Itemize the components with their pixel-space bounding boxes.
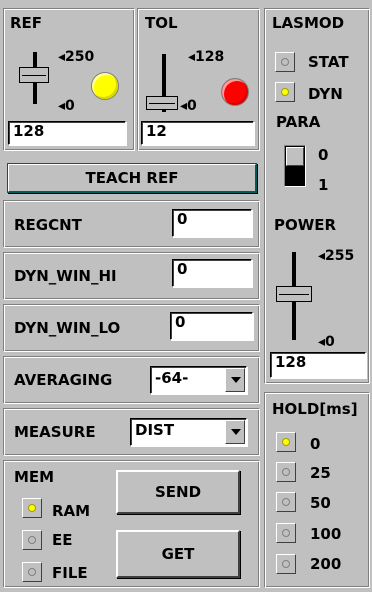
measure-select[interactable]: DIST bbox=[130, 418, 247, 446]
tol-slider-thumb[interactable] bbox=[146, 96, 178, 110]
power-max-label: ◂255 bbox=[318, 248, 355, 264]
chevron-down-icon[interactable] bbox=[225, 368, 245, 392]
power-slider-thumb[interactable] bbox=[276, 286, 312, 302]
mem-ee-label: EE bbox=[52, 531, 73, 549]
regcnt-label: REGCNT bbox=[14, 216, 82, 234]
para-title: PARA bbox=[276, 113, 321, 131]
mem-title: MEM bbox=[14, 468, 55, 486]
hold-25-label: 25 bbox=[310, 464, 331, 482]
mem-ram-label: RAM bbox=[52, 502, 91, 520]
para-label-0: 0 bbox=[318, 146, 329, 164]
ref-slider-thumb[interactable] bbox=[19, 67, 49, 83]
radio-dot-icon bbox=[281, 58, 289, 66]
power-min-label: ◂0 bbox=[318, 334, 335, 350]
hold-50-label: 50 bbox=[310, 494, 331, 512]
hold-100-radio[interactable] bbox=[276, 523, 296, 543]
tol-indicator-led bbox=[221, 78, 249, 106]
mem-file-radio[interactable] bbox=[22, 562, 42, 582]
hold-0-radio[interactable] bbox=[276, 432, 296, 452]
dyn-win-lo-field[interactable]: 0 bbox=[170, 312, 253, 340]
radio-dot-icon bbox=[281, 88, 289, 96]
tol-title: TOL bbox=[145, 14, 178, 32]
regcnt-field[interactable]: 0 bbox=[172, 209, 252, 237]
hold-title: HOLD[ms] bbox=[272, 400, 358, 418]
dyn-win-hi-label: DYN_WIN_HI bbox=[14, 267, 117, 285]
lasmod-dyn-label: DYN bbox=[308, 85, 343, 103]
ref-indicator-led bbox=[91, 72, 119, 100]
measure-selected-value: DIST bbox=[135, 421, 175, 439]
send-button[interactable]: SEND bbox=[116, 470, 240, 514]
radio-dot-icon bbox=[28, 504, 36, 512]
averaging-selected-value: -64- bbox=[155, 369, 189, 387]
measure-label: MEASURE bbox=[14, 423, 96, 441]
averaging-select[interactable]: -64- bbox=[150, 366, 247, 394]
radio-dot-icon bbox=[282, 498, 290, 506]
tol-value-field[interactable]: 12 bbox=[141, 121, 254, 145]
radio-dot-icon bbox=[282, 529, 290, 537]
mem-ram-radio[interactable] bbox=[22, 498, 42, 518]
hold-0-label: 0 bbox=[310, 435, 321, 453]
tol-min-label: ◂0 bbox=[180, 98, 197, 114]
para-label-1: 1 bbox=[318, 176, 329, 194]
dyn-win-lo-label: DYN_WIN_LO bbox=[14, 319, 121, 337]
power-title: POWER bbox=[274, 216, 337, 234]
ref-min-label: ◂0 bbox=[58, 98, 75, 114]
ref-max-label: ◂250 bbox=[58, 49, 95, 65]
hold-25-radio[interactable] bbox=[276, 462, 296, 482]
mem-file-label: FILE bbox=[52, 564, 88, 582]
teach-ref-button[interactable]: TEACH REF bbox=[7, 163, 257, 193]
para-toggle-switch[interactable] bbox=[284, 145, 306, 187]
power-value-field[interactable]: 128 bbox=[270, 352, 366, 378]
lasmod-dyn-radio[interactable] bbox=[275, 82, 295, 102]
hold-200-radio[interactable] bbox=[276, 554, 296, 574]
hold-50-radio[interactable] bbox=[276, 492, 296, 512]
radio-dot-icon bbox=[28, 536, 36, 544]
hold-200-label: 200 bbox=[310, 555, 342, 573]
para-toggle-knob[interactable] bbox=[286, 147, 304, 166]
ref-title: REF bbox=[10, 14, 43, 32]
radio-dot-icon bbox=[282, 560, 290, 568]
hold-100-label: 100 bbox=[310, 525, 342, 543]
lasmod-stat-label: STAT bbox=[308, 53, 349, 71]
averaging-label: AVERAGING bbox=[14, 371, 113, 389]
tol-max-label: ◂128 bbox=[188, 49, 225, 65]
lasmod-title: LASMOD bbox=[272, 14, 345, 32]
get-button[interactable]: GET bbox=[116, 530, 240, 578]
lasmod-stat-radio[interactable] bbox=[275, 52, 295, 72]
ref-value-field[interactable]: 128 bbox=[8, 121, 126, 145]
radio-dot-icon bbox=[28, 568, 36, 576]
radio-dot-icon bbox=[282, 438, 290, 446]
mem-ee-radio[interactable] bbox=[22, 530, 42, 550]
dyn-win-hi-field[interactable]: 0 bbox=[172, 259, 252, 287]
radio-dot-icon bbox=[282, 468, 290, 476]
chevron-down-icon[interactable] bbox=[225, 420, 245, 444]
